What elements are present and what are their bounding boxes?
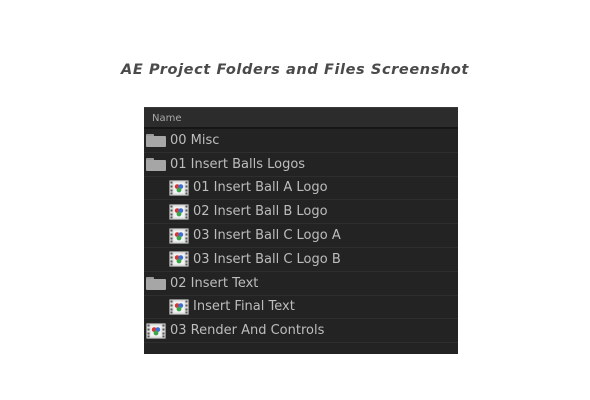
project-item-composition[interactable]: 01 Insert Ball A Logo — [144, 177, 458, 201]
folder-icon — [146, 157, 166, 171]
composition-icon — [146, 322, 166, 339]
project-item-folder[interactable]: 02 Insert Text — [144, 272, 458, 296]
column-header-label: Name — [152, 113, 182, 124]
folder-icon — [146, 133, 166, 147]
project-item-composition[interactable]: 03 Render And Controls — [144, 319, 458, 344]
project-item-label: 01 Insert Balls Logos — [170, 156, 306, 172]
composition-icon — [169, 298, 189, 315]
project-item-label: 03 Insert Ball C Logo A — [193, 228, 341, 244]
project-item-label: 02 Insert Ball B Logo — [193, 204, 328, 220]
project-item-composition[interactable]: 03 Insert Ball C Logo A — [144, 224, 458, 248]
project-item-composition[interactable]: 03 Insert Ball C Logo B — [144, 248, 458, 272]
folder-icon — [146, 276, 166, 290]
column-header-name[interactable]: Name — [144, 107, 458, 129]
project-item-label: 01 Insert Ball A Logo — [193, 180, 328, 196]
project-item-label: 02 Insert Text — [170, 275, 259, 291]
project-item-composition[interactable]: 02 Insert Ball B Logo — [144, 200, 458, 225]
composition-icon — [169, 227, 189, 244]
composition-icon — [169, 251, 189, 268]
page: AE Project Folders and Files Screenshot … — [0, 0, 590, 400]
project-item-label: 03 Insert Ball C Logo B — [193, 251, 341, 267]
project-panel: Name 00 Misc 01 Insert Balls Logos 01 In… — [144, 107, 458, 354]
composition-icon — [169, 179, 189, 196]
project-item-composition[interactable]: Insert Final Text — [144, 296, 458, 320]
project-item-folder[interactable]: 00 Misc — [144, 129, 458, 153]
caption-title: AE Project Folders and Files Screenshot — [121, 62, 469, 78]
project-item-label: 03 Render And Controls — [170, 323, 325, 339]
project-item-folder[interactable]: 01 Insert Balls Logos — [144, 153, 458, 177]
project-item-label: Insert Final Text — [193, 299, 295, 315]
project-item-label: 00 Misc — [170, 132, 220, 148]
composition-icon — [169, 203, 189, 220]
